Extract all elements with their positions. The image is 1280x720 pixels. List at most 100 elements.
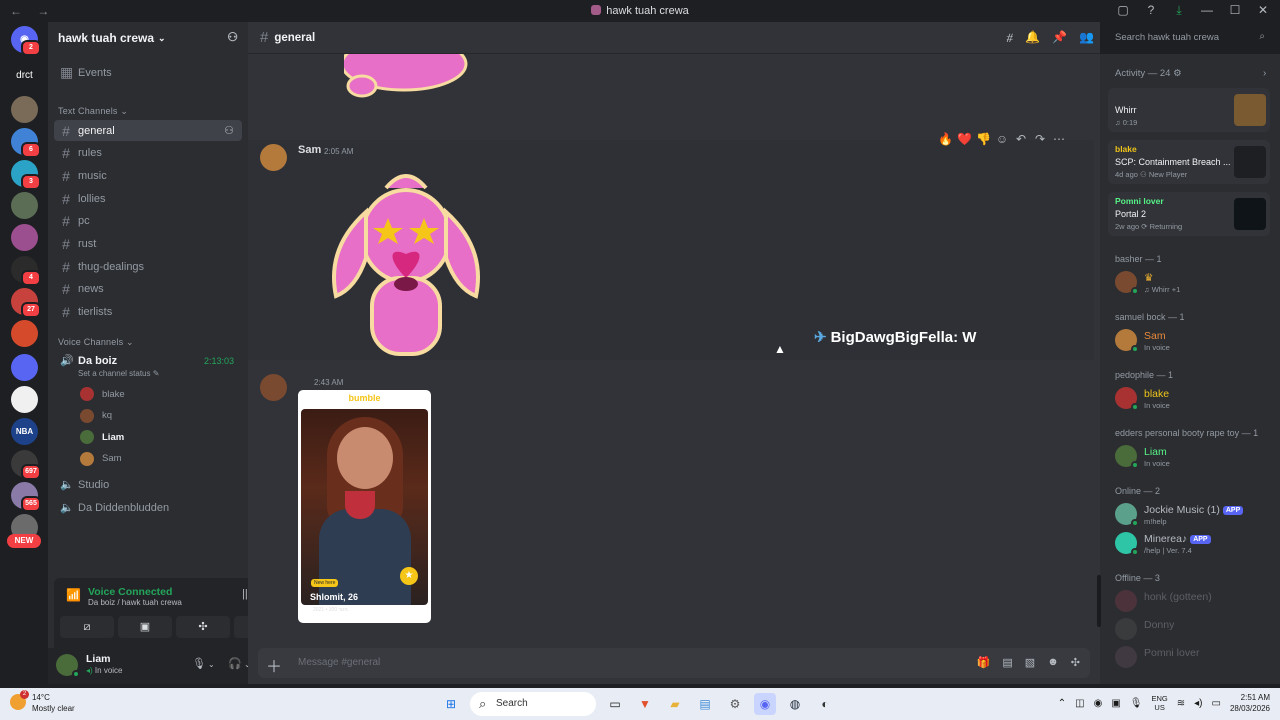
drct-text[interactable]: drct (11, 62, 38, 89)
thumbs-down-reaction-icon[interactable]: 👎 (976, 132, 991, 146)
tray-app-icon[interactable]: ▣ (1111, 698, 1120, 709)
tray-app-icon[interactable]: ◉ (1094, 698, 1103, 709)
message-author[interactable]: Sam (298, 144, 321, 156)
camera-button[interactable]: ⧄ (60, 616, 114, 638)
wifi-icon[interactable]: ≋ (1177, 698, 1185, 709)
headphones-icon[interactable]: 🎧 (228, 657, 242, 670)
activity-card[interactable]: Pomni lover Portal 2 2w ago ⟳ Returning (1108, 192, 1270, 236)
file-explorer-icon[interactable]: ▰ (664, 693, 686, 715)
windows-start-icon[interactable]: ⊞ (440, 693, 462, 715)
server-icon[interactable]: 565 (11, 482, 41, 512)
threads-icon[interactable]: ⧣ (1006, 30, 1013, 45)
voice-channel-da-boiz[interactable]: 🔊 Da boiz 2:13:03 (54, 350, 242, 371)
clock[interactable]: 2:51 AM 28/03/2026 (1230, 692, 1270, 714)
gift-icon[interactable]: 🎁 (977, 656, 991, 669)
chevron-right-icon[interactable]: › (1263, 68, 1266, 79)
activity-card[interactable]: Whirr ♫ 0:19 (1108, 88, 1270, 132)
voice-user[interactable]: Liam (80, 427, 124, 447)
text-channels-category[interactable]: Text Channels ⌄ (58, 106, 128, 117)
battery-icon[interactable]: ▭ (1212, 698, 1221, 709)
add-reaction-icon[interactable]: ☺ (995, 132, 1009, 146)
server-icon[interactable]: 4 (11, 256, 41, 286)
invite-icon[interactable]: ⚇ (227, 30, 238, 44)
server-icon[interactable]: 3 (11, 160, 41, 190)
close-button[interactable]: ✕ (1256, 3, 1270, 18)
voice-user[interactable]: Sam (80, 449, 122, 469)
activity-header[interactable]: Activity — 24 ⚙ › (1115, 68, 1266, 79)
help-icon[interactable]: ? (1144, 3, 1158, 18)
events-link[interactable]: ▦ Events (54, 62, 242, 83)
nba-icon[interactable]: NBA (11, 418, 38, 445)
tray-app-icon[interactable]: ◫ (1075, 698, 1084, 709)
channel-thug-dealings[interactable]: # thug-dealings (54, 256, 242, 277)
invite-icon[interactable]: ⚇ (224, 124, 234, 137)
forward-icon[interactable]: ↷ (1033, 132, 1047, 146)
composer-placeholder[interactable]: Message #general (298, 657, 380, 668)
voice-status[interactable]: Voice Connected (88, 586, 172, 598)
inbox-icon[interactable]: ▢ (1116, 3, 1130, 18)
notification-bell-icon[interactable]: 🔔 (1025, 30, 1040, 45)
server-header[interactable]: hawk tuah crewa ⌄ ⚇ (48, 22, 248, 54)
discord-icon[interactable]: ◉2 (11, 26, 41, 56)
folder-icon[interactable] (11, 354, 38, 381)
app-icon[interactable]: ◐ (814, 693, 836, 715)
add-attachment-icon[interactable]: ＋ (266, 653, 282, 677)
members-icon[interactable]: 👥 (1079, 30, 1094, 45)
server-icon[interactable] (11, 96, 38, 123)
microphone-icon[interactable]: 🎙 (192, 657, 206, 670)
channel-rust[interactable]: # rust (54, 234, 242, 255)
tray-expand-icon[interactable]: ⌃ (1058, 698, 1066, 709)
channel-music[interactable]: # music (54, 165, 242, 186)
server-icon[interactable]: 697 (11, 450, 41, 480)
scrollbar[interactable] (1097, 575, 1101, 627)
activities-button[interactable]: ✣ (176, 616, 230, 638)
channel-tierlists[interactable]: # tierlists (54, 302, 242, 323)
emoji-icon[interactable]: ☻ (1047, 656, 1059, 669)
message-composer[interactable]: ＋ Message #general 🎁 ▤ ▧ ☻ ✣ (258, 648, 1090, 678)
server-icon[interactable]: 27 (11, 288, 41, 318)
apps-icon[interactable]: ✣ (1071, 656, 1080, 669)
gif-icon[interactable]: ▤ (1002, 656, 1012, 669)
activity-card[interactable]: blake SCP: Containment Breach ... 4d ago ⚇… (1108, 140, 1270, 184)
new-badge[interactable]: NEW (7, 534, 41, 548)
taskbar-search[interactable]: Search (470, 692, 596, 716)
channel-pc[interactable]: # pc (54, 211, 242, 232)
voice-channel-studio[interactable]: 🔈 Studio (54, 474, 242, 495)
server-icon[interactable] (11, 192, 38, 219)
discord-taskbar-icon[interactable]: ◉ (754, 693, 776, 715)
screen-share-button[interactable]: ▣ (118, 616, 172, 638)
minimize-button[interactable]: — (1200, 3, 1214, 18)
download-icon[interactable]: ⤓ (1172, 3, 1186, 18)
server-icon[interactable]: 6 (11, 128, 41, 158)
channel-status[interactable]: Set a channel status ✎ (78, 369, 159, 378)
username[interactable]: Liam (86, 653, 111, 665)
reply-icon[interactable]: ↶ (1014, 132, 1028, 146)
avatar[interactable] (260, 144, 287, 171)
notepad-icon[interactable]: ▤ (694, 693, 716, 715)
sticker-icon[interactable]: ▧ (1025, 656, 1035, 669)
settings-icon[interactable]: ⚙ (724, 693, 746, 715)
volume-icon[interactable]: ◂) (1194, 698, 1202, 709)
microphone-icon[interactable]: 🎙 (1130, 698, 1143, 709)
voice-channel-da-diddenbludden[interactable]: 🔈 Da Diddenbludden (54, 497, 242, 518)
voice-channels-category[interactable]: Voice Channels ⌄ (58, 337, 134, 348)
dog-sticker[interactable] (326, 168, 486, 358)
pin-icon[interactable]: 📌 (1052, 30, 1067, 45)
bumble-screenshot-image[interactable]: bumble New here Shlomit, 26 2021 • 100 מ… (298, 390, 431, 623)
avatar[interactable] (260, 374, 287, 401)
chevron-down-icon[interactable]: ⌄ (208, 660, 215, 669)
maximize-button[interactable]: ☐ (1228, 3, 1242, 18)
voice-user[interactable]: blake (80, 384, 125, 404)
channel-news[interactable]: # news (54, 279, 242, 300)
server-icon[interactable] (11, 224, 38, 251)
heart-reaction-icon[interactable]: ❤️ (957, 132, 972, 146)
channel-general[interactable]: # general ⚇ (54, 120, 242, 141)
steam-icon[interactable]: ◍ (784, 693, 806, 715)
more-options-icon[interactable]: ⋯ (1052, 132, 1066, 146)
voice-user[interactable]: kq (80, 406, 112, 426)
signal-icon[interactable]: 📶 (66, 588, 81, 602)
search-input[interactable]: Search hawk tuah crewa ⌕ (1110, 28, 1270, 48)
channel-lollies[interactable]: # lollies (54, 188, 242, 209)
channel-rules[interactable]: # rules (54, 143, 242, 164)
language-indicator[interactable]: ENG US (1151, 694, 1167, 712)
